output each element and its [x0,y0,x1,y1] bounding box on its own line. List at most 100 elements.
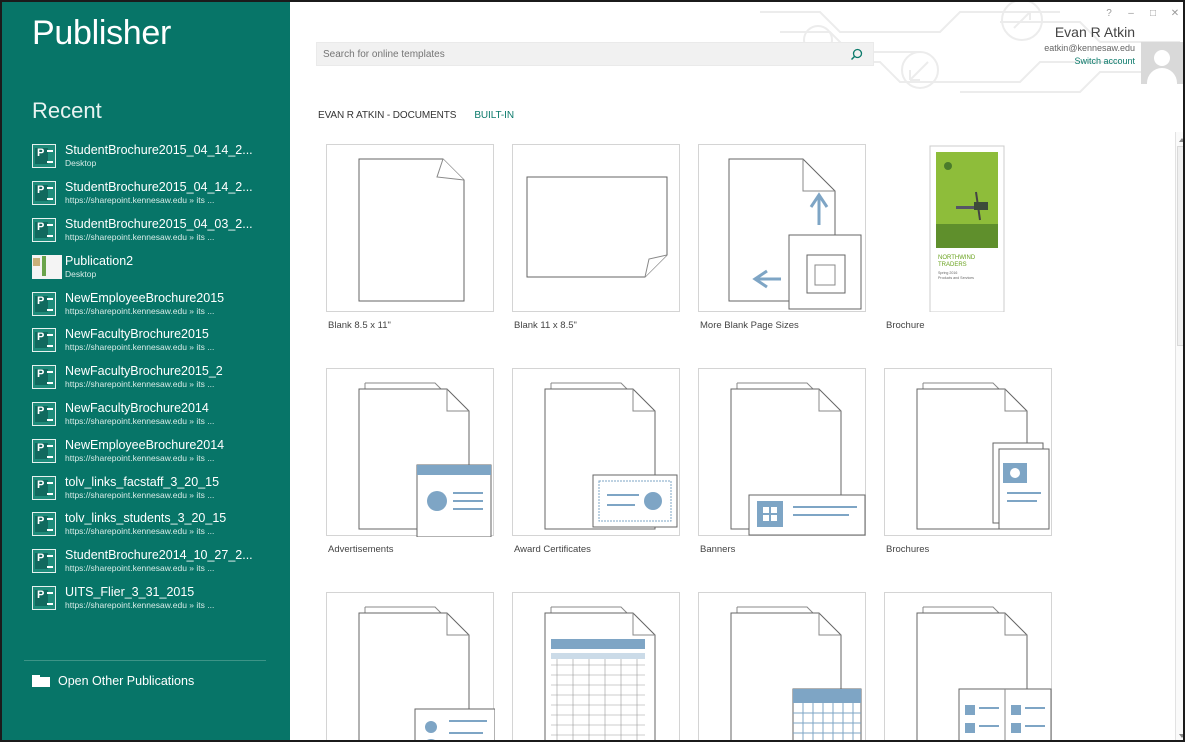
recent-file-item[interactable]: P UITS_Flier_3_31_2015 https://sharepoint.… [32,580,272,617]
minimize-button[interactable]: – [1125,8,1137,20]
recent-file-item[interactable]: P StudentBrochure2015_04_14_2... https://s… [32,175,272,212]
recent-file-text: StudentBrochure2015_04_14_2... https://sh… [65,180,253,206]
vertical-scrollbar[interactable] [1175,132,1185,740]
recent-file-path: https://sharepoint.kennesaw.edu » its ..… [65,342,215,353]
recent-file-item[interactable]: Ptolv_links_students_3_20_15 https://shar… [32,506,272,543]
brochures-icon [916,382,1050,530]
recent-file-path: https://sharepoint.kennesaw.edu » its ..… [65,231,215,242]
recent-file-path: https://sharepoint.kennesaw.edu » its ..… [65,599,215,610]
recent-file-name: StudentBrochure2015_04_14_2... [65,143,253,158]
recent-file-name: NewFacultyBrochure2015 [65,327,209,342]
banners-icon [730,382,866,536]
publisher-file-icon: P [32,585,56,610]
publisher-file-icon: P [32,549,56,574]
recent-file-text: NewFacultyBrochure2015_2 https://sharepoi… [65,364,223,390]
recent-file-item[interactable]: P NewFacultyBrochure2014 https://sharepoin… [32,396,272,433]
recent-file-name: StudentBrochure2015_04_03_2... [65,216,253,231]
switch-account-link[interactable]: Switch account [1044,56,1135,66]
scroll-down-arrow-icon[interactable] [1178,732,1185,740]
recent-file-item[interactable]: P StudentBrochure2014_10_27_2... https://s… [32,543,272,580]
user-email: eatkin@kennesaw.edu [1044,43,1135,53]
recent-file-name: StudentBrochure2014_10_27_2... [65,548,253,563]
template-thumbnail: NORTHWIND TRADERS Spring 2016 Products and … [884,144,1052,312]
open-other-publications-label: Open Other Publications [58,674,195,688]
template-label: Banners [700,544,736,555]
app-title: Publisher [32,14,172,52]
template-thumbnail [326,144,494,312]
template-thumbnail [884,592,1052,740]
template-thumbnail [884,368,1052,536]
recent-file-path: https://sharepoint.kennesaw.edu » its ..… [65,195,215,206]
recent-file-text: NewEmployeeBrochure2015 https://sharepoin… [65,291,224,317]
tab-personal-documents[interactable]: EVAN R ATKIN - DOCUMENTS [318,110,456,121]
recent-file-path: https://sharepoint.kennesaw.edu » its ..… [65,379,215,390]
publisher-file-icon: P [32,328,56,353]
publisher-file-icon: P [32,144,56,169]
recent-file-item[interactable]: Publication2 Desktop [32,248,272,285]
avatar[interactable] [1141,42,1183,84]
main-panel: ? – □ ✕ Evan R Atkin eatkin@kennesaw.edu… [290,2,1185,740]
more-sizes-icon [728,158,862,310]
template-label: Brochures [886,544,930,555]
publisher-file-icon: P [32,181,56,206]
blank-portrait-icon [358,158,465,302]
recent-file-path: Desktop [65,158,97,169]
template-label: Award Certificates [514,544,591,555]
search-templates-input[interactable] [317,43,837,65]
search-box [316,42,874,66]
business-forms-icon [544,606,656,740]
help-button[interactable]: ? [1103,8,1115,20]
template-thumbnail [512,368,680,536]
recent-file-path: https://sharepoint.kennesaw.edu » its ..… [65,452,215,463]
svg-text:Products and Services: Products and Services [938,276,974,280]
recent-file-text: StudentBrochure2015_04_03_2... https://sh… [65,217,253,243]
publisher-file-icon: P [32,475,56,500]
template-source-tabs: EVAN R ATKIN - DOCUMENTS BUILT-IN [318,110,514,121]
brochure-preview-icon: NORTHWINDTRADERS Spring 2016Products and … [929,145,1005,312]
close-button[interactable]: ✕ [1169,8,1181,20]
window-controls: ? – □ ✕ [1103,8,1181,20]
tab-built-in[interactable]: BUILT-IN [474,110,514,121]
svg-text:TRADERS: TRADERS [938,262,967,268]
template-label: More Blank Page Sizes [700,320,799,331]
recent-file-item[interactable]: P NewFacultyBrochure2015 https://sharepoin… [32,322,272,359]
recent-file-text: StudentBrochure2015_04_14_2... Desktop [65,143,253,169]
scrollbar-thumb[interactable] [1177,146,1183,346]
template-label: Advertisements [328,544,394,555]
open-other-publications-button[interactable]: Open Other Publications [32,674,194,688]
recent-file-path: https://sharepoint.kennesaw.edu » its ..… [65,526,215,537]
blank-landscape-icon [526,176,668,278]
publisher-file-icon: P [32,291,56,316]
calendars-icon [730,606,862,740]
template-label: Brochure [886,320,925,331]
recent-file-item[interactable]: P StudentBrochure2015_04_03_2... https://s… [32,212,272,249]
recent-file-item[interactable]: P StudentBrochure2015_04_14_2... Desktop [32,138,272,175]
scroll-up-arrow-icon[interactable] [1178,136,1185,144]
recent-file-name: NewFacultyBrochure2015_2 [65,364,223,379]
award-certificates-icon [544,382,678,530]
publisher-file-icon: P [32,401,56,426]
recent-file-path: https://sharepoint.kennesaw.edu » its ..… [65,563,215,574]
sidebar-divider [24,660,266,661]
recent-file-name: StudentBrochure2015_04_14_2... [65,180,253,195]
business-cards-icon [358,606,495,740]
search-icon[interactable] [850,48,863,61]
template-thumbnail [326,368,494,537]
recent-file-item[interactable]: P NewEmployeeBrochure2014 https://sharepoi… [32,432,272,469]
recent-file-text: NewFacultyBrochure2014 https://sharepoint… [65,401,214,427]
recent-file-path: https://sharepoint.kennesaw.edu » its ..… [65,489,215,500]
publisher-start-window: Publisher Recent P StudentBrochure2015_04… [0,0,1185,742]
recent-file-item[interactable]: P NewFacultyBrochure2015_2 https://sharepo… [32,359,272,396]
recent-file-name: NewEmployeeBrochure2014 [65,437,225,452]
template-thumbnail [512,144,680,312]
user-name: Evan R Atkin [1054,24,1135,40]
svg-text:NORTHWIND: NORTHWIND [938,255,976,261]
recent-file-item[interactable]: P NewEmployeeBrochure2015 https://sharepoi… [32,285,272,322]
recent-files-list: P StudentBrochure2015_04_14_2... Desktop P S… [32,138,272,616]
recent-file-item[interactable]: Ptolv_links_facstaff_3_20_15 https://shar… [32,469,272,506]
restore-button[interactable]: □ [1147,8,1159,20]
recent-file-name: Publication2 [65,253,134,268]
template-thumbnail [698,368,866,536]
recent-file-name: UITS_Flier_3_31_2015 [65,584,195,599]
publisher-file-icon: P [32,512,56,537]
